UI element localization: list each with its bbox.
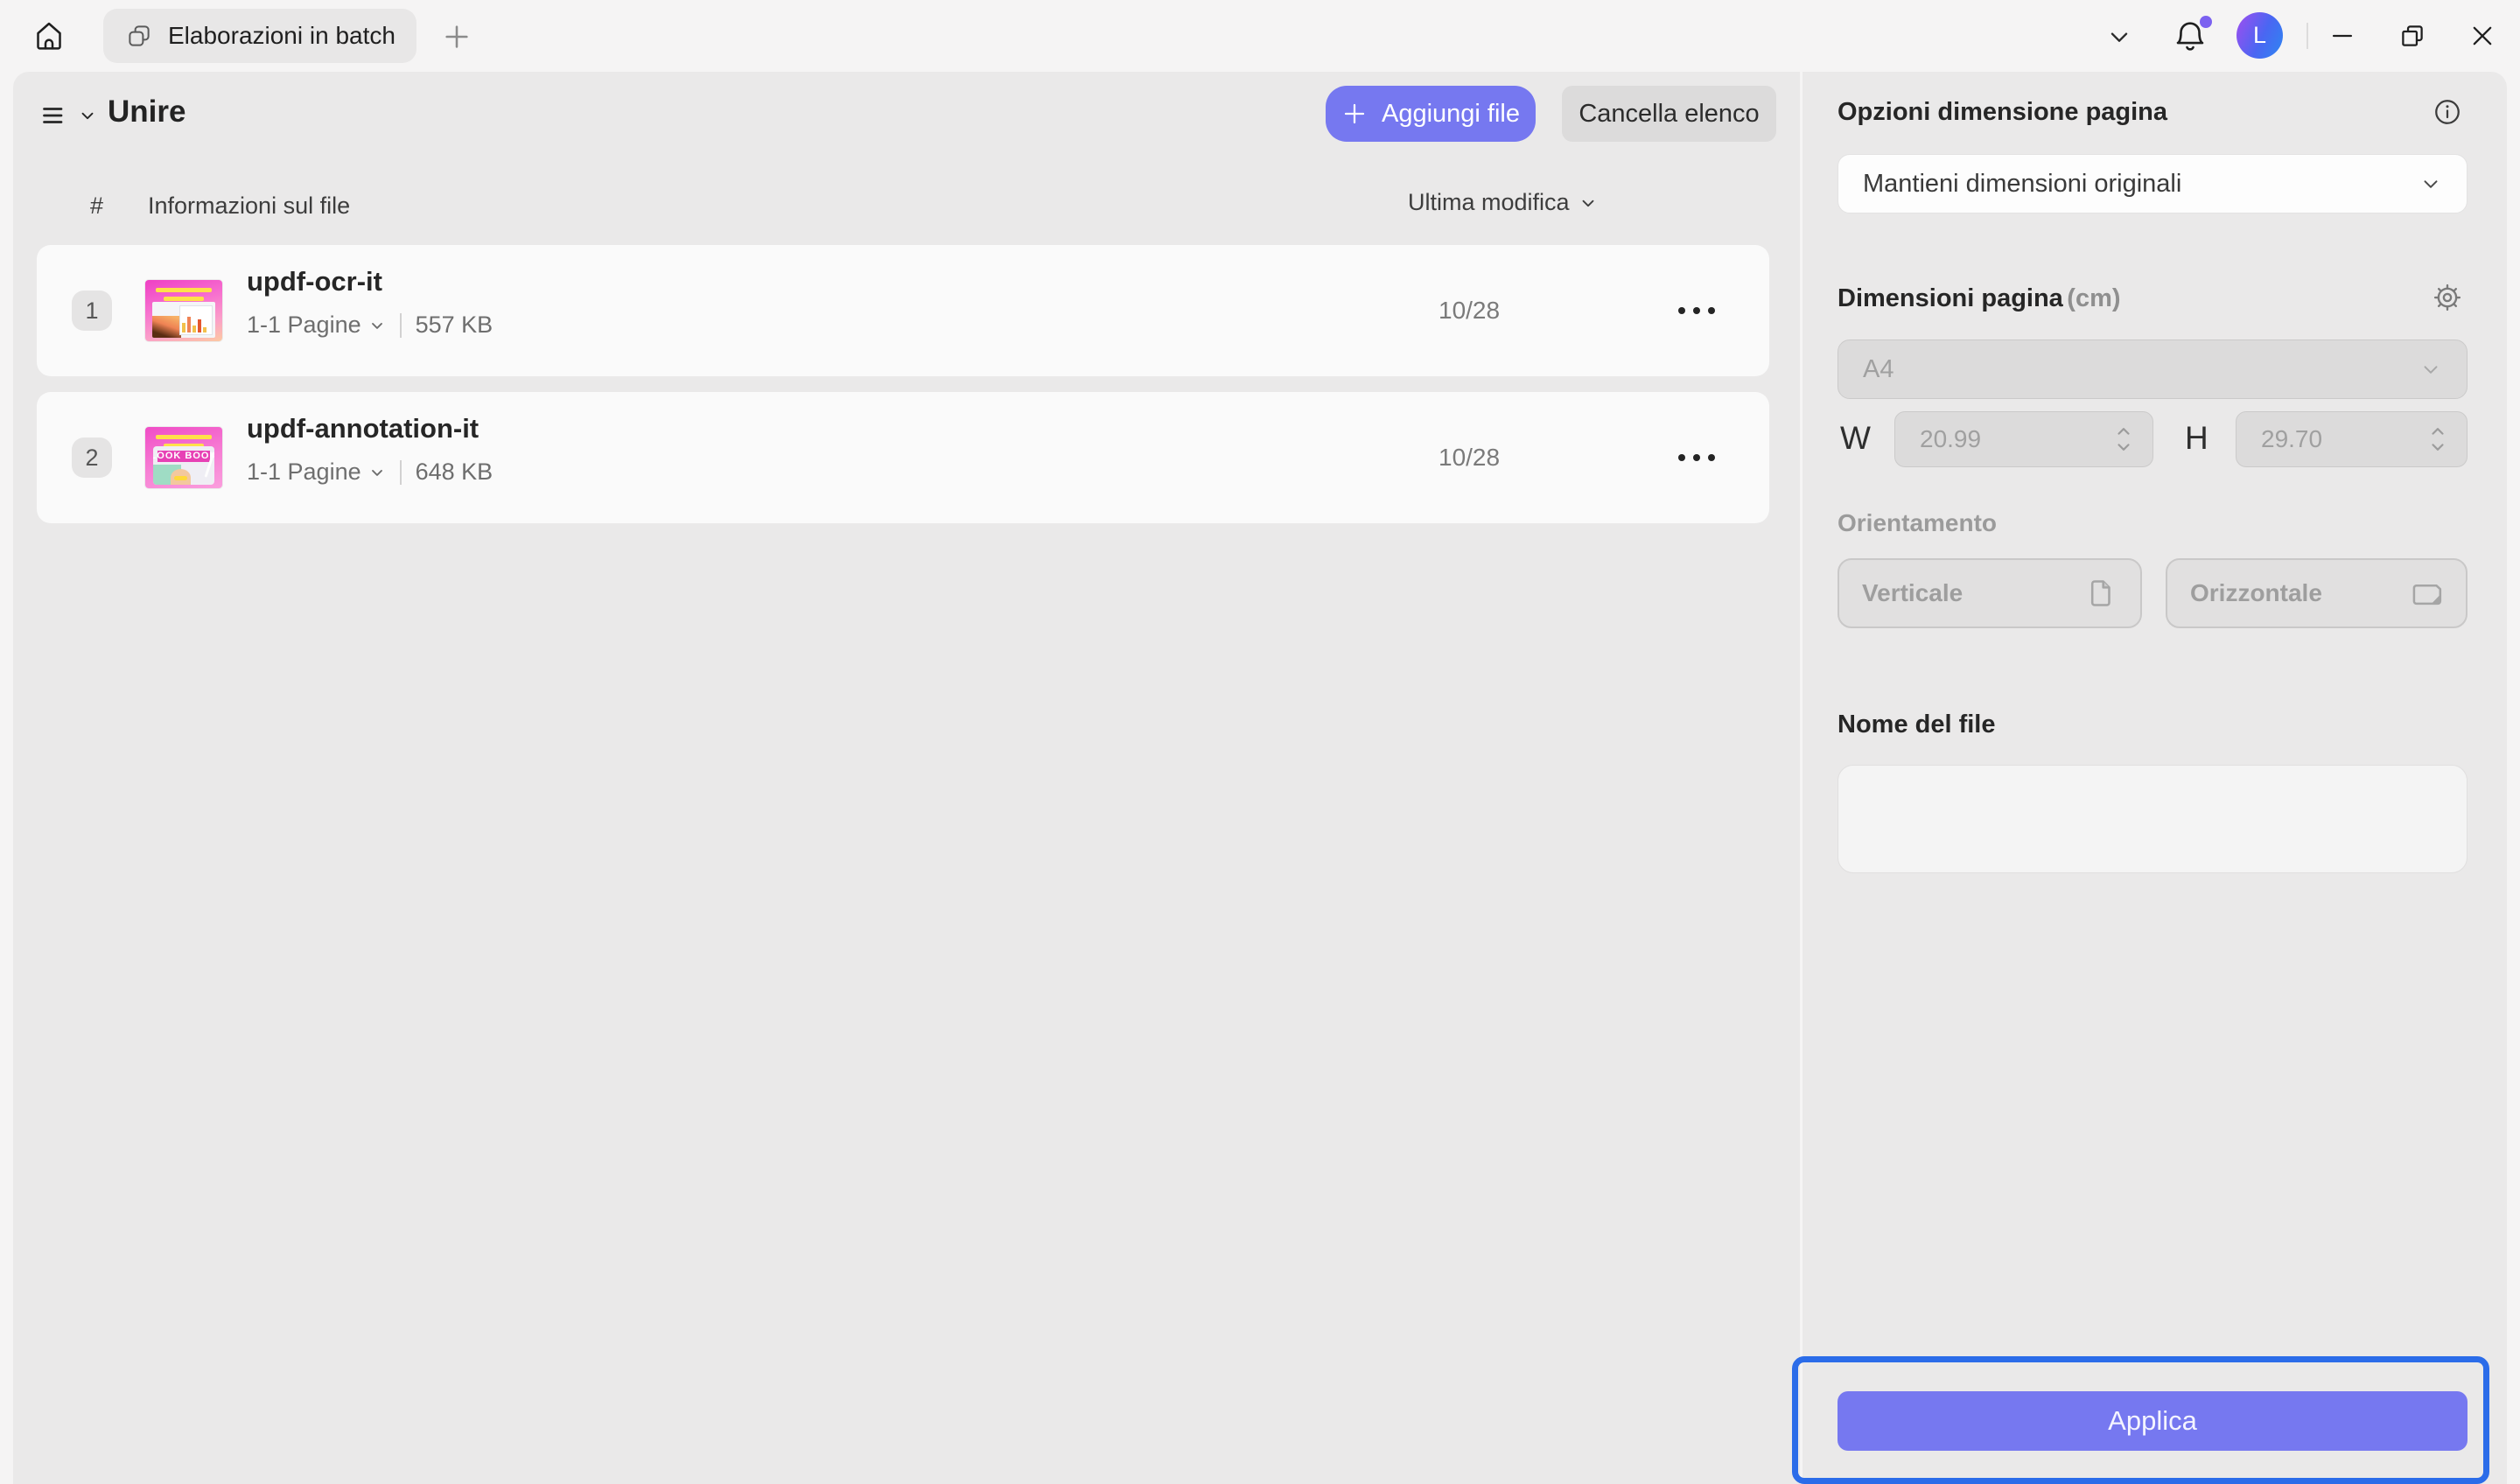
new-tab-button[interactable] <box>438 18 476 56</box>
width-stepper[interactable]: 20.99 <box>1894 411 2153 467</box>
page-dimensions-unit: (cm) <box>2067 284 2121 312</box>
settings-button[interactable] <box>2425 275 2470 320</box>
height-label: H <box>2185 420 2208 456</box>
page-dimensions-label: Dimensioni pagina <box>1838 284 2063 312</box>
plus-icon <box>442 22 472 52</box>
chevron-down-icon <box>78 106 97 125</box>
ellipsis-icon <box>1678 454 1685 461</box>
row-more-button[interactable] <box>1666 289 1727 332</box>
info-icon <box>2432 96 2463 128</box>
file-name: updf-ocr-it <box>247 266 382 297</box>
content-area: Unire Aggiungi file Cancella elenco # In… <box>13 72 2507 1484</box>
column-header-file-info: Informazioni sul file <box>148 192 351 219</box>
titlebar-divider <box>2306 23 2308 49</box>
paper-size-select[interactable]: A4 <box>1838 340 2468 399</box>
landscape-button[interactable]: Orizzontale <box>2166 558 2468 628</box>
file-size: 557 KB <box>415 312 494 338</box>
landscape-page-icon <box>2410 577 2443 610</box>
row-more-button[interactable] <box>1666 436 1727 480</box>
avatar-initial: L <box>2252 22 2267 48</box>
pane-divider <box>1800 72 1802 1484</box>
pages-dropdown[interactable]: 1-1 Pagine <box>247 312 386 339</box>
page-title: Unire <box>108 94 186 129</box>
height-stepper[interactable]: 29.70 <box>2236 411 2468 467</box>
column-header-index: # <box>90 192 104 219</box>
restore-icon <box>2398 21 2427 51</box>
size-mode-select[interactable]: Mantieni dimensioni originali <box>1838 154 2468 214</box>
titlebar: Elaborazioni in batch L <box>0 0 2520 72</box>
chevron-down-icon <box>2419 358 2442 381</box>
hamburger-icon <box>38 100 69 131</box>
row-index-badge: 1 <box>72 290 112 331</box>
tab-elaborazioni-in-batch[interactable]: Elaborazioni in batch <box>103 9 416 63</box>
row-index-badge: 2 <box>72 438 112 478</box>
page-size-options-label: Opzioni dimensione pagina <box>1838 98 2168 126</box>
portrait-label: Verticale <box>1862 579 1964 606</box>
titlebar-menu-button[interactable] <box>2096 19 2142 54</box>
clear-list-button[interactable]: Cancella elenco <box>1562 86 1776 142</box>
pages-dropdown[interactable]: 1-1 Pagine <box>247 458 386 486</box>
file-name: updf-annotation-it <box>247 413 480 444</box>
column-header-last-modified[interactable]: Ultima modifica <box>1408 189 1598 216</box>
sort-chevron-icon <box>1578 193 1598 213</box>
chevron-down-icon <box>2105 23 2133 51</box>
minimize-button[interactable] <box>2319 12 2366 60</box>
apply-button[interactable]: Applica <box>1838 1391 2468 1451</box>
maximize-button[interactable] <box>2389 12 2436 60</box>
meta-separator <box>399 459 402 485</box>
chevron-down-icon <box>368 464 386 481</box>
notification-dot <box>2200 16 2212 28</box>
file-size: 648 KB <box>415 458 494 485</box>
home-icon <box>32 18 66 53</box>
portrait-page-icon <box>2084 577 2118 610</box>
close-button[interactable] <box>2459 12 2506 60</box>
apply-label: Applica <box>2108 1405 2197 1436</box>
thumbnail-text: LOOK BOOK <box>152 450 215 462</box>
chevron-down-icon <box>368 317 386 334</box>
table-row[interactable]: 2 LOOK BOOK updf-annotation-it 1-1 Pagin… <box>37 392 1769 523</box>
last-modified: 10/28 <box>1438 297 1501 324</box>
batch-icon <box>126 23 152 49</box>
ellipsis-icon <box>1678 307 1685 314</box>
filename-input[interactable] <box>1838 765 2468 873</box>
filename-label: Nome del file <box>1838 710 1996 738</box>
last-modified: 10/28 <box>1438 444 1501 471</box>
avatar[interactable]: L <box>2236 12 2283 59</box>
minimize-icon <box>2328 21 2357 51</box>
file-thumbnail <box>145 280 222 341</box>
tool-menu-button[interactable] <box>34 94 97 136</box>
chevron-down-icon <box>2419 172 2442 195</box>
landscape-label: Orizzontale <box>2190 579 2322 606</box>
stepper-arrows-icon <box>2114 422 2133 457</box>
plus-icon <box>1341 101 1368 127</box>
notifications-button[interactable] <box>2166 12 2214 60</box>
width-label: W <box>1840 420 1871 456</box>
height-value: 29.70 <box>2261 425 2323 452</box>
portrait-button[interactable]: Verticale <box>1838 558 2142 628</box>
info-button[interactable] <box>2425 89 2470 135</box>
meta-separator <box>399 312 402 338</box>
add-files-label: Aggiungi file <box>1382 99 1520 128</box>
tab-label: Elaborazioni in batch <box>168 22 396 49</box>
home-button[interactable] <box>24 11 74 60</box>
close-icon <box>2468 21 2497 51</box>
orientation-label: Orientamento <box>1838 509 1998 536</box>
gear-icon <box>2431 281 2464 314</box>
stepper-arrows-icon <box>2428 422 2447 457</box>
file-thumbnail: LOOK BOOK <box>145 427 222 488</box>
bell-icon <box>2172 16 2212 54</box>
add-files-button[interactable]: Aggiungi file <box>1326 86 1536 142</box>
paper-size-value: A4 <box>1863 354 1894 383</box>
width-value: 20.99 <box>1920 425 1982 452</box>
size-mode-value: Mantieni dimensioni originali <box>1863 169 2182 198</box>
clear-list-label: Cancella elenco <box>1578 99 1760 128</box>
table-row[interactable]: 1 updf-ocr-it 1-1 Pagine 557 KB 10/28 <box>37 245 1769 376</box>
